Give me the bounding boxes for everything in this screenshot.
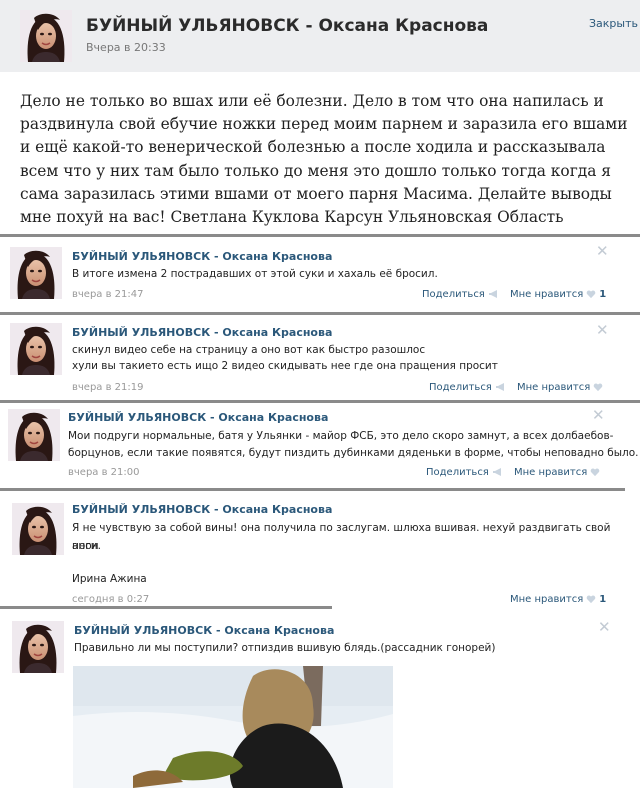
avatar-photo xyxy=(10,247,62,299)
comment: БУЙНЫЙ УЛЬЯНОВСК - Оксана Краснова Мои п… xyxy=(0,403,640,488)
like-button[interactable]: Мне нравится 1 xyxy=(510,594,606,605)
comment: БУЙНЫЙ УЛЬЯНОВСК - Оксана Краснова В ито… xyxy=(0,237,640,313)
heart-icon xyxy=(593,382,603,391)
attached-photo[interactable] xyxy=(73,666,393,788)
avatar-photo xyxy=(10,323,62,375)
like-label: Мне нравится xyxy=(514,467,588,478)
comment-time[interactable]: вчера в 21:47 xyxy=(72,289,144,300)
main-post: БУЙНЫЙ УЛЬЯНОВСК - Оксана Краснова Вчера… xyxy=(0,0,640,236)
share-button[interactable]: Поделиться xyxy=(422,289,498,300)
avatar[interactable] xyxy=(20,10,72,62)
share-label: Поделиться xyxy=(426,467,489,478)
heart-icon xyxy=(586,594,596,603)
like-button[interactable]: Мне нравится xyxy=(514,467,600,478)
comment-line: Мои подруги нормальные, батя у Ульянки -… xyxy=(68,430,614,442)
comment-signature: Ирина Ажина xyxy=(72,573,147,585)
like-button[interactable]: Мне нравится xyxy=(517,382,603,393)
comment-line: Я не чувствую за собой вины! она получил… xyxy=(72,522,611,552)
avatar-photo xyxy=(8,409,60,461)
close-icon[interactable]: ✕ xyxy=(598,618,611,636)
avatar-photo xyxy=(20,10,72,62)
comment-time[interactable]: вчера в 21:19 xyxy=(72,382,144,393)
avatar-photo xyxy=(12,503,64,555)
comment-line: анон xyxy=(72,540,99,552)
comment-time[interactable]: сегодня в 0:27 xyxy=(72,594,149,605)
like-button[interactable]: Мне нравится 1 xyxy=(510,289,606,300)
avatar[interactable] xyxy=(12,503,64,555)
heart-icon xyxy=(586,289,596,298)
comment: БУЙНЫЙ УЛЬЯНОВСК - Оксана Краснова скину… xyxy=(0,315,640,401)
comment-line: борцунов, если такие появятся, будут пиз… xyxy=(68,447,639,459)
megaphone-icon xyxy=(495,383,504,391)
share-button[interactable]: Поделиться xyxy=(426,467,502,478)
comment-author[interactable]: БУЙНЫЙ УЛЬЯНОВСК - Оксана Краснова xyxy=(72,250,332,263)
close-icon[interactable]: ✕ xyxy=(596,242,609,260)
close-button[interactable]: Закрыть xyxy=(589,17,638,30)
snow-photo xyxy=(73,666,393,788)
like-label: Мне нравится xyxy=(510,594,584,605)
heart-icon xyxy=(590,467,600,476)
share-button[interactable]: Поделиться xyxy=(429,382,505,393)
avatar[interactable] xyxy=(10,323,62,375)
comment-author[interactable]: БУЙНЫЙ УЛЬЯНОВСК - Оксана Краснова xyxy=(72,503,332,516)
comment-line: хули вы такието есть ищо 2 видео скидыва… xyxy=(72,360,498,372)
post-title[interactable]: БУЙНЫЙ УЛЬЯНОВСК - Оксана Краснова xyxy=(86,16,488,36)
like-count: 1 xyxy=(599,594,607,605)
like-label: Мне нравится xyxy=(510,289,584,300)
share-label: Поделиться xyxy=(429,382,492,393)
comment-line: скинул видео себе на страницу а оно вот … xyxy=(72,344,426,356)
comment-line: Правильно ли мы поступили? отпиздив вшив… xyxy=(74,642,496,654)
megaphone-icon xyxy=(488,290,497,298)
comment-author[interactable]: БУЙНЫЙ УЛЬЯНОВСК - Оксана Краснова xyxy=(74,624,334,637)
avatar[interactable] xyxy=(12,621,64,673)
close-icon[interactable]: ✕ xyxy=(592,406,605,424)
comment: БУЙНЫЙ УЛЬЯНОВСК - Оксана Краснова Я не … xyxy=(0,491,640,607)
megaphone-icon xyxy=(492,468,501,476)
avatar-photo xyxy=(12,621,64,673)
comment-author[interactable]: БУЙНЫЙ УЛЬЯНОВСК - Оксана Краснова xyxy=(72,326,332,339)
share-label: Поделиться xyxy=(422,289,485,300)
post-time[interactable]: Вчера в 20:33 xyxy=(86,41,166,54)
avatar[interactable] xyxy=(8,409,60,461)
comment-line: В итоге измена 2 пострадавших от этой су… xyxy=(72,268,438,280)
comment-author[interactable]: БУЙНЫЙ УЛЬЯНОВСК - Оксана Краснова xyxy=(68,411,328,424)
like-label: Мне нравится xyxy=(517,382,591,393)
comment-time[interactable]: вчера в 21:00 xyxy=(68,467,140,478)
like-count: 1 xyxy=(599,289,607,300)
post-header: БУЙНЫЙ УЛЬЯНОВСК - Оксана Краснова Вчера… xyxy=(0,0,640,72)
avatar[interactable] xyxy=(10,247,62,299)
post-text: Дело не только во вшах или её болезни. Д… xyxy=(20,92,628,227)
close-icon[interactable]: ✕ xyxy=(596,321,609,339)
